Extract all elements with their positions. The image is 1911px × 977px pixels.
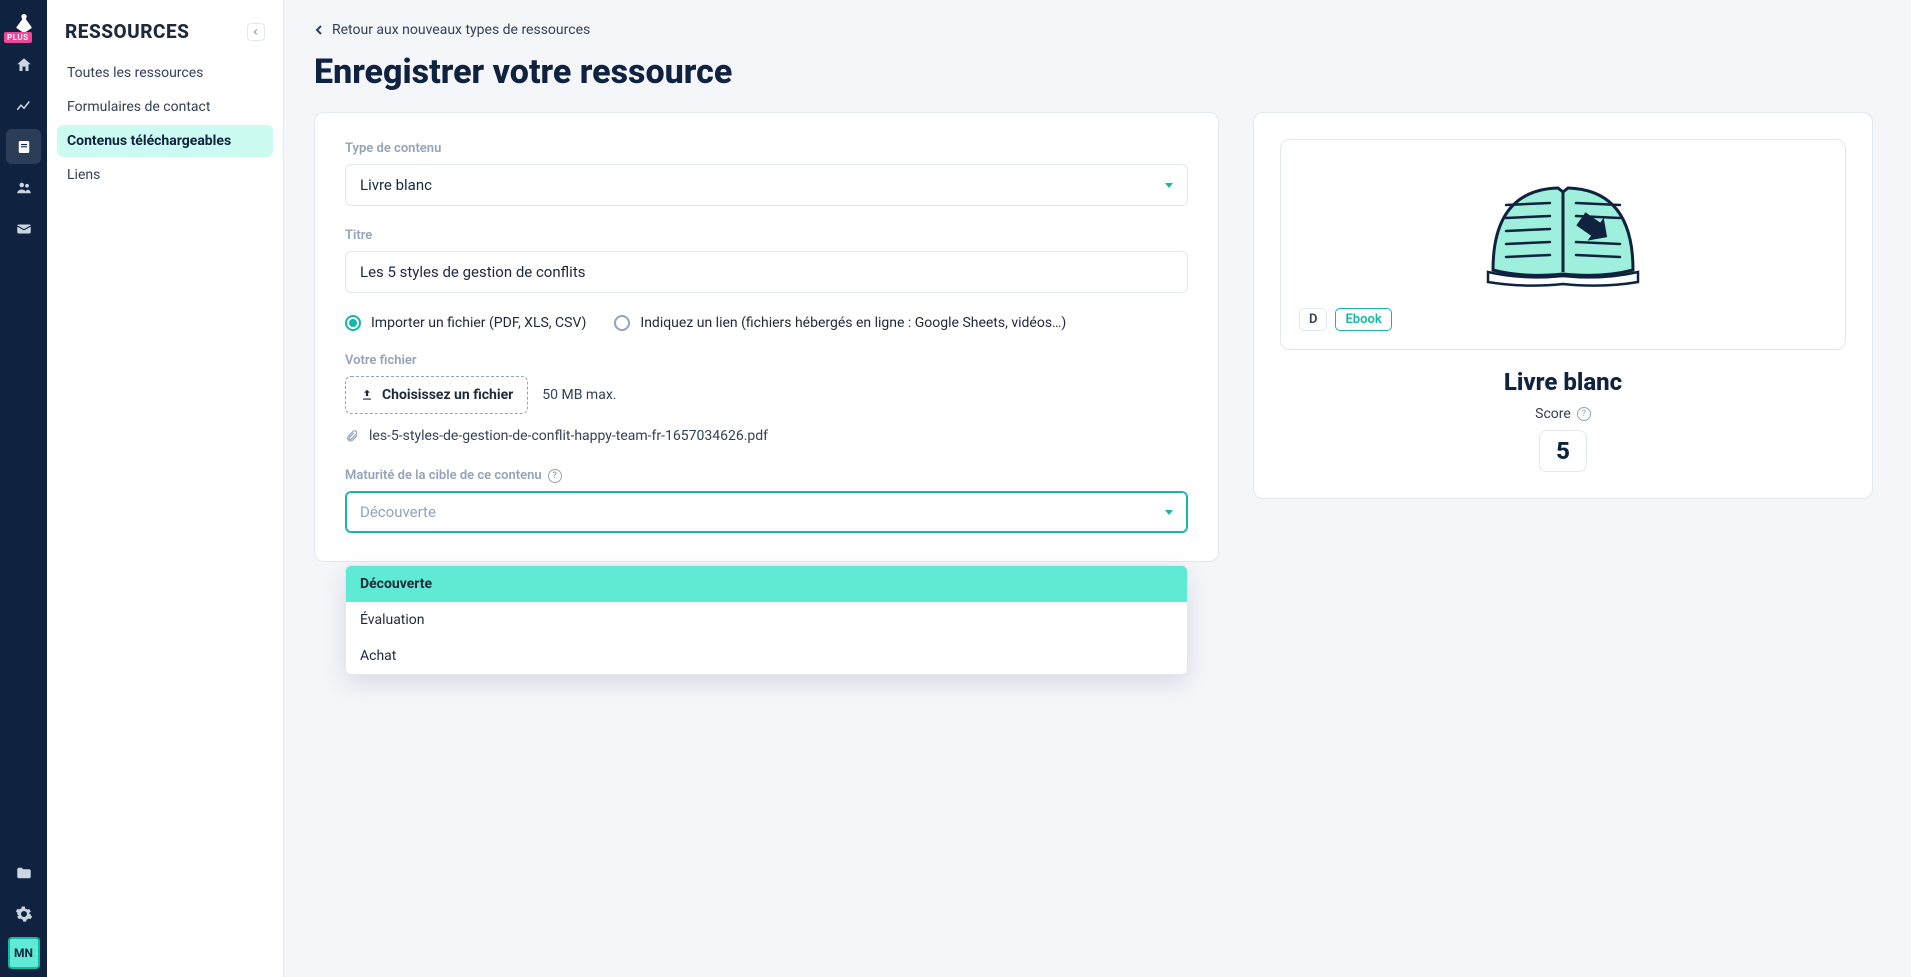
maturity-option-achat[interactable]: Achat (346, 638, 1187, 674)
upload-icon (360, 388, 374, 402)
radio-import-link-label: Indiquez un lien (fichiers hébergés en l… (640, 315, 1066, 331)
plus-badge: PLUS (4, 32, 32, 43)
sidebar-title: RESSOURCES (65, 20, 189, 43)
radio-import-file[interactable]: Importer un fichier (PDF, XLS, CSV) (345, 315, 586, 331)
score-label: Score ? (1535, 406, 1591, 422)
sidebar-item-links[interactable]: Liens (57, 159, 273, 191)
maturity-select[interactable]: Découverte (345, 491, 1188, 533)
score-value: 5 (1539, 430, 1587, 472)
radio-import-link[interactable]: Indiquez un lien (fichiers hébergés en l… (614, 315, 1066, 331)
preview-card: D Ebook Livre blanc Score ? 5 (1253, 112, 1873, 499)
attached-file: les-5-styles-de-gestion-de-conflit-happy… (345, 428, 1188, 444)
caret-down-icon (1165, 510, 1173, 515)
maturity-option-decouverte[interactable]: Découverte (346, 566, 1187, 602)
maturity-option-evaluation[interactable]: Évaluation (346, 602, 1187, 638)
nav-contacts-icon[interactable] (6, 170, 41, 205)
radio-import-file-label: Importer un fichier (PDF, XLS, CSV) (371, 315, 586, 331)
attached-file-name: les-5-styles-de-gestion-de-conflit-happy… (369, 428, 768, 444)
choose-file-button[interactable]: Choisissez un fichier (345, 376, 528, 414)
caret-down-icon (1165, 183, 1173, 188)
chevron-left-icon (314, 24, 324, 36)
maturity-dropdown: Découverte Évaluation Achat (345, 565, 1188, 675)
nav-home-icon[interactable] (6, 47, 41, 82)
maturity-placeholder: Découverte (360, 503, 436, 521)
file-label: Votre fichier (345, 353, 1188, 368)
help-icon[interactable]: ? (1577, 407, 1591, 421)
page-title: Enregistrer votre ressource (314, 52, 1881, 92)
title-value: Les 5 styles de gestion de conflits (360, 263, 585, 281)
title-input[interactable]: Les 5 styles de gestion de conflits (345, 251, 1188, 293)
sidebar-item-downloads[interactable]: Contenus téléchargeables (57, 125, 273, 157)
nav-analytics-icon[interactable] (6, 88, 41, 123)
collapse-sidebar-icon[interactable] (247, 23, 265, 41)
help-icon[interactable]: ? (548, 469, 562, 483)
choose-file-label: Choisissez un fichier (382, 387, 513, 403)
nav-rail: PLUS MN (0, 0, 47, 977)
sidebar-item-forms[interactable]: Formulaires de contact (57, 91, 273, 123)
nav-folder-icon[interactable] (6, 855, 41, 890)
maturity-label: Maturité de la cible de ce contenu ? (345, 468, 1188, 483)
preview-title: Livre blanc (1504, 368, 1622, 396)
nav-mail-icon[interactable] (6, 211, 41, 246)
user-avatar[interactable]: MN (8, 937, 40, 969)
back-link[interactable]: Retour aux nouveaux types de ressources (314, 22, 1881, 38)
preview-badge-letter: D (1299, 308, 1327, 331)
radio-dot-off-icon (614, 315, 630, 331)
paperclip-icon (345, 429, 359, 443)
form-card: Type de contenu Livre blanc Titre Les 5 … (314, 112, 1219, 562)
sidebar: RESSOURCES Toutes les ressources Formula… (47, 0, 284, 977)
nav-resources-icon[interactable] (6, 129, 41, 164)
title-label: Titre (345, 228, 1188, 243)
main-content: Retour aux nouveaux types de ressources … (284, 0, 1911, 977)
back-label: Retour aux nouveaux types de ressources (332, 22, 590, 38)
book-illustration (1478, 170, 1648, 290)
app-logo[interactable]: PLUS (6, 6, 41, 41)
content-type-select[interactable]: Livre blanc (345, 164, 1188, 206)
radio-dot-on-icon (345, 315, 361, 331)
file-max-hint: 50 MB max. (542, 387, 616, 403)
sidebar-item-all[interactable]: Toutes les ressources (57, 57, 273, 89)
nav-settings-icon[interactable] (6, 896, 41, 931)
preview-box: D Ebook (1280, 139, 1846, 350)
preview-badge-tag: Ebook (1335, 308, 1391, 331)
content-type-label: Type de contenu (345, 141, 1188, 156)
content-type-value: Livre blanc (360, 176, 432, 194)
